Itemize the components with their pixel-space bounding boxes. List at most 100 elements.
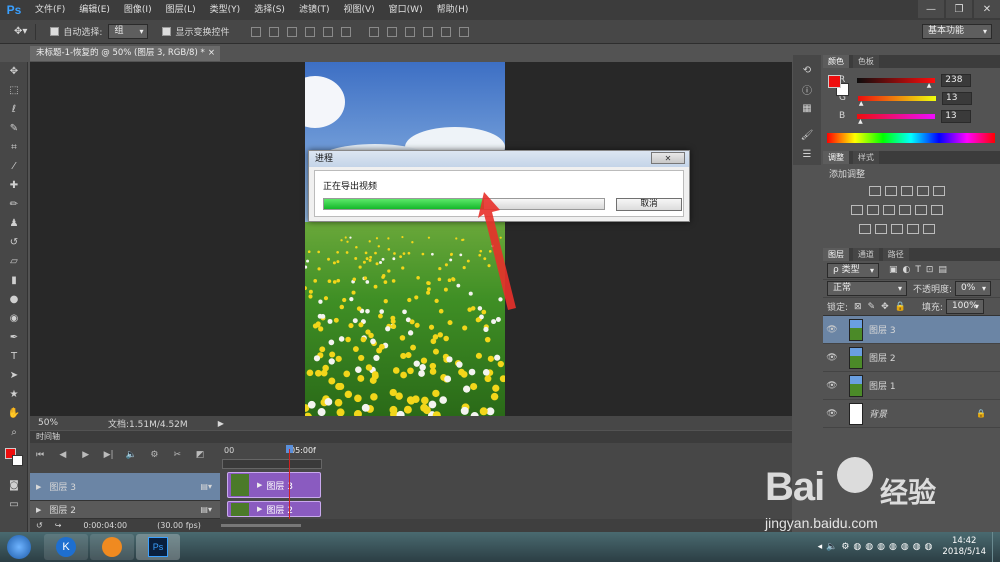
curves-icon[interactable]: [901, 186, 913, 196]
dodge-tool-icon[interactable]: ◉: [0, 309, 28, 328]
black-white-icon[interactable]: [883, 205, 895, 215]
auto-select-dropdown[interactable]: 组: [108, 24, 149, 39]
timeline-ruler[interactable]: 00 05:00f: [222, 445, 792, 469]
minimize-button[interactable]: —: [918, 0, 944, 18]
track-row[interactable]: ▶ 图层 2 ▤▾: [30, 501, 220, 519]
brush-panel-icon[interactable]: 🖌: [793, 126, 821, 145]
start-button[interactable]: [2, 534, 36, 560]
play-icon[interactable]: ▶: [76, 450, 96, 460]
move-tool-icon[interactable]: ✥▾: [14, 26, 27, 37]
tab-channels[interactable]: 通道: [852, 248, 879, 261]
brush-tool-icon[interactable]: ✏: [0, 195, 28, 214]
distribute-center-icon[interactable]: [441, 26, 452, 37]
visibility-eye-icon[interactable]: 👁: [823, 325, 841, 335]
align-bottom-icon[interactable]: [287, 26, 298, 37]
menu-filter[interactable]: 滤镜(T): [292, 0, 337, 20]
fill-input[interactable]: 100%: [945, 299, 984, 314]
status-arrow-icon[interactable]: ▶: [218, 419, 224, 428]
properties-panel-icon[interactable]: ▦: [793, 99, 821, 118]
convert-icon[interactable]: ↪: [55, 521, 62, 530]
blend-mode-dropdown[interactable]: 正常: [827, 281, 907, 296]
expand-arrow-icon[interactable]: ▶: [36, 506, 41, 514]
b-value[interactable]: 13: [941, 109, 972, 123]
stamp-tool-icon[interactable]: ♟: [0, 214, 28, 233]
color-lookup-icon[interactable]: [931, 205, 943, 215]
opacity-input[interactable]: 0%: [955, 281, 992, 296]
blur-tool-icon[interactable]: ●: [0, 290, 28, 309]
zoom-slider[interactable]: [220, 524, 301, 527]
path-select-tool-icon[interactable]: ➤: [0, 366, 28, 385]
g-value[interactable]: 13: [941, 91, 972, 105]
show-transform-checkbox[interactable]: [162, 27, 172, 36]
tab-adjustments[interactable]: 调整: [823, 151, 849, 164]
menu-select[interactable]: 选择(S): [247, 0, 292, 20]
distribute-middle-icon[interactable]: [387, 26, 398, 37]
background-color-swatch[interactable]: [12, 455, 23, 466]
distribute-bottom-icon[interactable]: [405, 26, 416, 37]
settings-gear-icon[interactable]: ⚙: [144, 450, 164, 460]
align-right-icon[interactable]: [341, 26, 352, 37]
menu-help[interactable]: 帮助(H): [430, 0, 476, 20]
clip-layer-3[interactable]: ▶ 图层 3: [227, 472, 321, 498]
clock[interactable]: 14:42 2018/5/14: [942, 536, 986, 558]
r-slider[interactable]: ▲: [857, 77, 936, 89]
visibility-eye-icon[interactable]: 👁: [823, 381, 841, 391]
color-spectrum-bar[interactable]: [827, 133, 995, 143]
quick-select-tool-icon[interactable]: ✎: [0, 119, 28, 138]
history-panel-icon[interactable]: ⟲: [793, 61, 821, 80]
clip-layer-2[interactable]: ▶ 图层 2: [227, 501, 321, 517]
healing-brush-tool-icon[interactable]: ✚: [0, 176, 28, 195]
brightness-icon[interactable]: [869, 186, 881, 196]
menu-layer[interactable]: 图层(L): [159, 0, 203, 20]
menu-edit[interactable]: 编辑(E): [72, 0, 117, 20]
track-row[interactable]: ▶ 图层 3 ▤▾: [30, 473, 220, 501]
eyedropper-tool-icon[interactable]: ⁄: [0, 157, 28, 176]
exposure-icon[interactable]: [917, 186, 929, 196]
layer-filter-dropdown[interactable]: ρ 类型: [827, 262, 879, 278]
visibility-eye-icon[interactable]: 👁: [823, 409, 841, 419]
layer-row[interactable]: 👁 图层 1: [823, 372, 1000, 400]
workspace-dropdown[interactable]: 基本功能: [922, 24, 992, 39]
gradient-tool-icon[interactable]: ▮: [0, 271, 28, 290]
zoom-tool-icon[interactable]: ⌕: [0, 423, 28, 442]
eraser-tool-icon[interactable]: ▱: [0, 252, 28, 271]
auto-select-checkbox[interactable]: [50, 27, 60, 36]
history-brush-tool-icon[interactable]: ↺: [0, 233, 28, 252]
close-window-button[interactable]: ✕: [974, 0, 1000, 18]
tab-styles[interactable]: 样式: [852, 151, 879, 164]
dialog-close-button[interactable]: ✕: [651, 152, 685, 164]
align-middle-icon[interactable]: [269, 26, 280, 37]
taskbar-app-uc[interactable]: [90, 534, 134, 560]
expand-arrow-icon[interactable]: ▶: [36, 483, 41, 491]
tab-layers[interactable]: 图层: [823, 248, 849, 261]
move-tool-icon[interactable]: ✥: [0, 62, 28, 81]
prev-frame-icon[interactable]: ◀: [53, 450, 73, 460]
align-top-icon[interactable]: [251, 26, 262, 37]
tray-icons[interactable]: ◂🔈⚙◍◍◍◍◍◍◍: [818, 542, 937, 552]
maximize-button[interactable]: ❐: [946, 0, 972, 18]
r-value[interactable]: 238: [941, 73, 972, 87]
info-panel-icon[interactable]: ⓘ: [793, 80, 821, 99]
screen-mode-icon[interactable]: ▭: [0, 495, 28, 514]
render-icon[interactable]: ↺: [36, 521, 43, 530]
track-menu-icon[interactable]: ▤▾: [200, 505, 212, 514]
distribute-right-icon[interactable]: [459, 26, 470, 37]
layer-name[interactable]: 图层 3: [869, 323, 896, 336]
filter-icons[interactable]: ▣◐T⊡▤: [889, 265, 952, 275]
document-tab[interactable]: 未标题-1-恢复的 @ 50% (图层 3, RGB/8) * ×: [30, 46, 220, 61]
gradient-map-icon[interactable]: [923, 224, 935, 234]
layer-row[interactable]: 👁 背景 🔒: [823, 400, 1000, 428]
work-area-bar[interactable]: [222, 459, 322, 469]
pen-tool-icon[interactable]: ✒: [0, 328, 28, 347]
crop-tool-icon[interactable]: ⌗: [0, 138, 28, 157]
menu-window[interactable]: 窗口(W): [382, 0, 430, 20]
menu-view[interactable]: 视图(V): [336, 0, 381, 20]
audio-icon[interactable]: 🔈: [122, 450, 142, 460]
tab-paths[interactable]: 路径: [882, 248, 909, 261]
menu-image[interactable]: 图像(I): [117, 0, 159, 20]
layer-row[interactable]: 👁 图层 2: [823, 344, 1000, 372]
next-frame-icon[interactable]: ▶|: [99, 450, 119, 460]
layer-name[interactable]: 背景: [869, 407, 887, 420]
distribute-top-icon[interactable]: [369, 26, 380, 37]
menu-type[interactable]: 类型(Y): [203, 0, 248, 20]
